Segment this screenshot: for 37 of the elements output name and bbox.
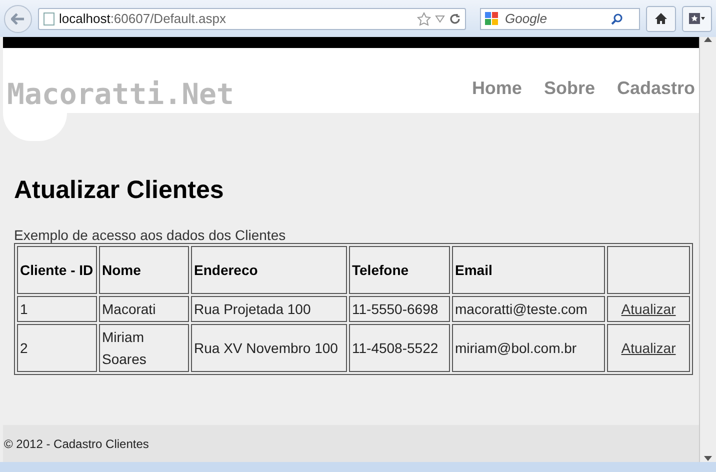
table-cell: 11-4508-5522 <box>349 324 450 372</box>
star-list-icon <box>688 12 706 25</box>
table-cell: 11-5550-6698 <box>349 296 450 322</box>
table-cell: Rua XV Novembro 100 <box>191 324 347 372</box>
search-box[interactable]: Google <box>480 8 640 30</box>
table-cell: Miriam Soares <box>99 324 189 372</box>
footer-text: © 2012 - Cadastro Clientes <box>3 425 699 462</box>
back-button[interactable] <box>4 4 32 32</box>
table-cell: Rua Projetada 100 <box>191 296 347 322</box>
star-icon[interactable] <box>417 12 431 26</box>
address-bar[interactable]: localhost:60607/Default.aspx <box>38 8 466 30</box>
page-icon <box>43 12 55 26</box>
bookmarks-button[interactable] <box>682 6 712 32</box>
back-arrow-icon <box>11 12 25 24</box>
table-cell: Macorati <box>99 296 189 322</box>
column-header: Nome <box>99 246 189 294</box>
table-caption: Exemplo de acesso aos dados dos Clientes <box>14 227 287 243</box>
search-icon[interactable] <box>611 12 623 24</box>
nav-link[interactable]: Sobre <box>544 78 595 99</box>
google-icon <box>485 12 499 26</box>
reload-icon[interactable] <box>449 12 461 24</box>
dropdown-icon[interactable] <box>435 14 445 22</box>
column-header: Cliente - ID <box>17 246 97 294</box>
nav-link[interactable]: Home <box>472 78 522 99</box>
column-header: Telefone <box>349 246 450 294</box>
page-title: Atualizar Clientes <box>14 176 224 205</box>
site-logo[interactable]: Macoratti.Net <box>3 77 234 113</box>
scroll-down-icon[interactable] <box>704 456 712 462</box>
home-button[interactable] <box>646 6 676 32</box>
column-header: Endereco <box>191 246 347 294</box>
table-cell: macoratti@teste.com <box>452 296 605 322</box>
home-icon <box>654 12 668 25</box>
table-cell: 2 <box>17 324 97 372</box>
nav-link[interactable]: Cadastro <box>616 78 695 99</box>
table-cell: 1 <box>17 296 97 322</box>
column-header: Email <box>452 246 605 294</box>
table-cell: miriam@bol.com.br <box>452 324 605 372</box>
